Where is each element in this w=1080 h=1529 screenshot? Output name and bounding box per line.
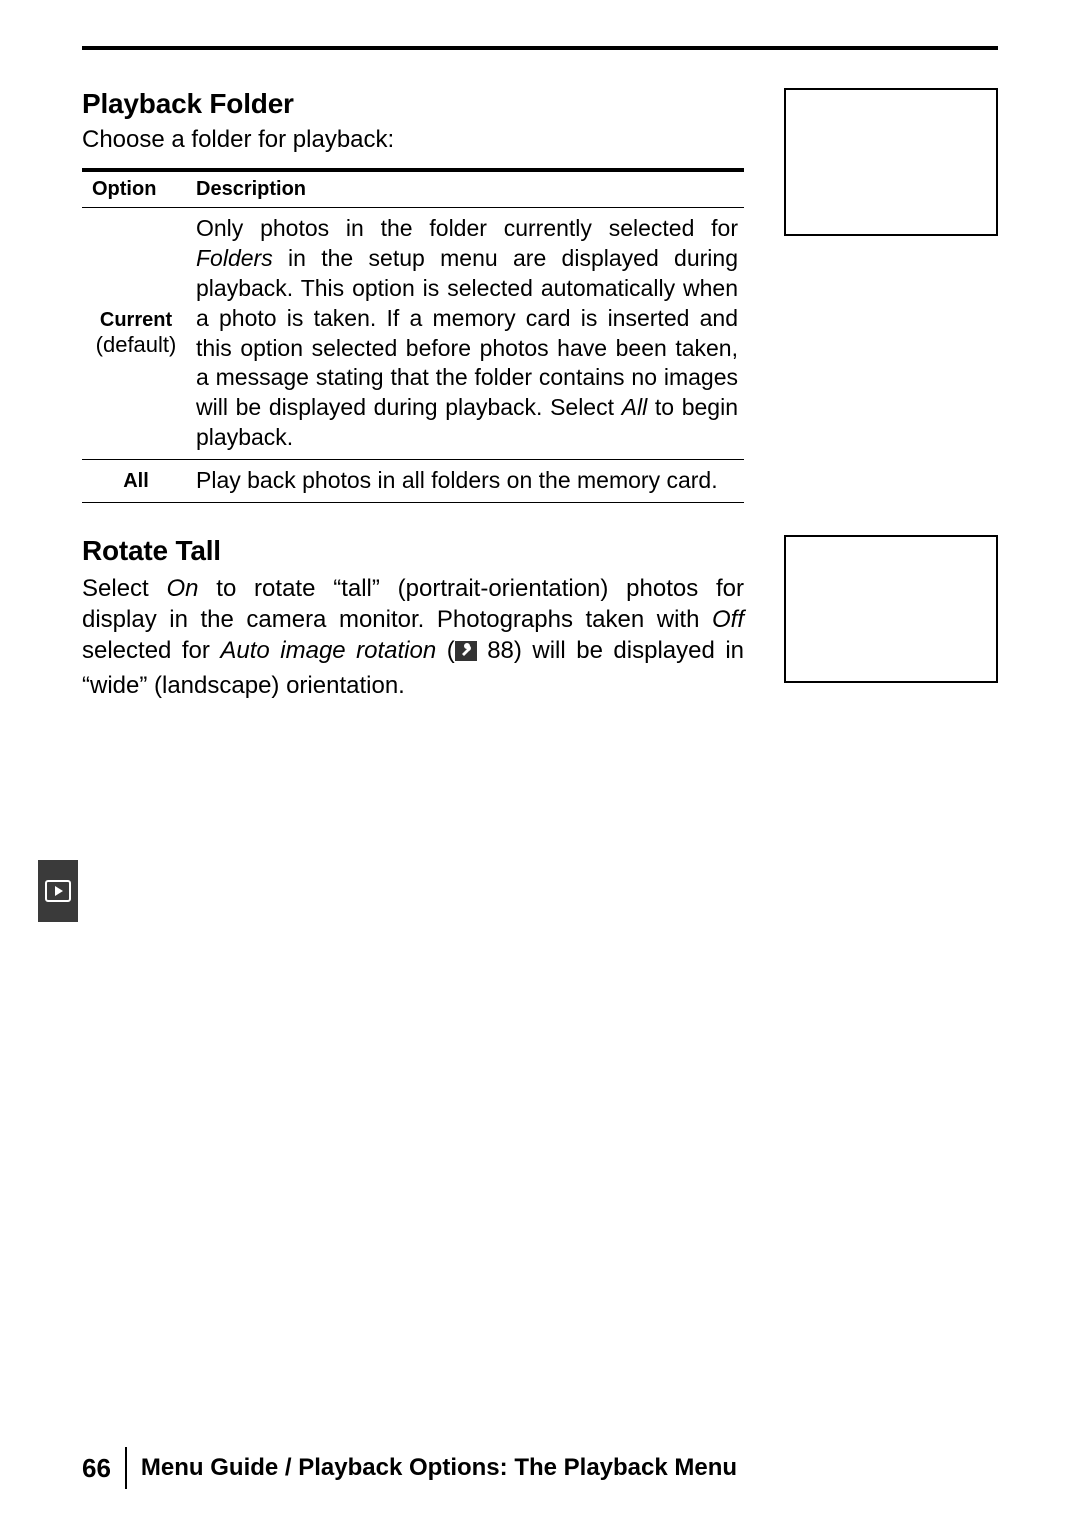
section-heading-playback-folder: Playback Folder xyxy=(82,88,744,120)
option-label-bold: All xyxy=(86,470,186,493)
option-current: Current (default) xyxy=(82,208,192,460)
playback-folder-text: Playback Folder Choose a folder for play… xyxy=(82,88,744,503)
playback-folder-section: Playback Folder Choose a folder for play… xyxy=(82,88,998,503)
para-em-auto-rotation: Auto image rotation xyxy=(220,637,436,664)
para-text: selected for xyxy=(82,637,220,664)
table-row: Current (default) Only photos in the fol… xyxy=(82,208,744,460)
table-header-option: Option xyxy=(82,170,192,208)
playback-icon xyxy=(45,880,71,902)
top-rule xyxy=(82,46,998,50)
para-text: Select xyxy=(82,575,166,602)
rotate-tall-section: Rotate Tall Select On to rotate “tall” (… xyxy=(82,535,998,701)
footer-separator xyxy=(125,1447,127,1489)
rotate-tall-screenshot-placeholder xyxy=(784,535,998,683)
desc-text: Only photos in the folder currently sele… xyxy=(196,215,738,241)
para-em-off: Off xyxy=(712,606,744,633)
footer-title: Menu Guide / Playback Options: The Playb… xyxy=(141,1454,737,1482)
wrench-icon xyxy=(455,638,477,669)
option-all-description: Play back photos in all folders on the m… xyxy=(192,460,744,503)
playback-folder-options-table: Option Description Current (default) Onl… xyxy=(82,168,744,503)
section-heading-rotate-tall: Rotate Tall xyxy=(82,535,744,567)
table-row: All Play back photos in all folders on t… xyxy=(82,460,744,503)
option-label-bold: Current xyxy=(86,309,186,332)
option-all: All xyxy=(82,460,192,503)
rotate-tall-figure-col xyxy=(784,535,998,683)
desc-em-folders: Folders xyxy=(196,245,273,271)
page-number: 66 xyxy=(82,1453,111,1484)
playback-folder-figure-col xyxy=(784,88,998,236)
para-em-on: On xyxy=(166,575,198,602)
option-label-default: (default) xyxy=(86,332,186,358)
manual-page: Playback Folder Choose a folder for play… xyxy=(0,0,1080,1529)
playback-folder-screenshot-placeholder xyxy=(784,88,998,236)
playback-folder-intro: Choose a folder for playback: xyxy=(82,126,744,154)
chapter-side-tab xyxy=(38,860,78,922)
option-current-description: Only photos in the folder currently sele… xyxy=(192,208,744,460)
page-footer: 66 Menu Guide / Playback Options: The Pl… xyxy=(82,1447,737,1489)
table-header-description: Description xyxy=(192,170,744,208)
rotate-tall-paragraph: Select On to rotate “tall” (portrait-ori… xyxy=(82,573,744,701)
para-text: ( xyxy=(436,637,455,664)
rotate-tall-text: Rotate Tall Select On to rotate “tall” (… xyxy=(82,535,744,701)
desc-em-all: All xyxy=(622,394,648,420)
